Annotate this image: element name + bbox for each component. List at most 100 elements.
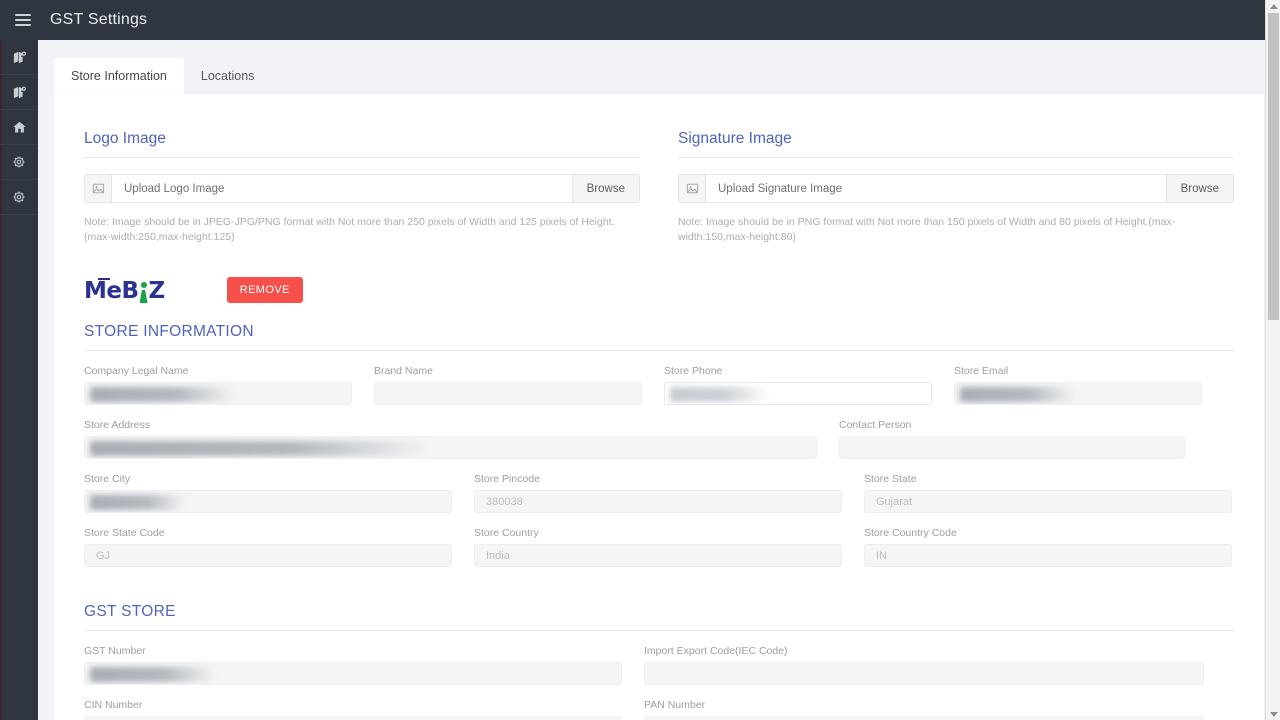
store-country-input[interactable]: India <box>474 544 842 567</box>
store-information-fields: Company Legal Name Brand Name Store Phon… <box>84 365 1234 581</box>
pan-number-input[interactable] <box>644 716 1204 720</box>
redacted-value <box>90 667 215 682</box>
field-value: Gujarat <box>876 495 913 508</box>
brand-name-input[interactable] <box>374 382 642 405</box>
field-label: Company Legal Name <box>84 365 189 377</box>
sidebar-rail <box>0 40 38 720</box>
package-box-icon <box>12 50 27 65</box>
field-label: GST Number <box>84 645 146 657</box>
tab-store-information[interactable]: Store Information <box>54 58 184 94</box>
hamburger-line <box>15 14 31 16</box>
store-information-heading: STORE INFORMATION <box>84 323 1234 351</box>
gst-number-input[interactable] <box>84 662 622 685</box>
sidebar-item-package-1[interactable] <box>0 40 38 75</box>
store-country-code-input[interactable]: IN <box>864 544 1232 567</box>
contact-person-input[interactable] <box>839 436 1185 459</box>
store-phone-input[interactable] <box>664 382 932 405</box>
remove-logo-button[interactable]: REMOVE <box>226 277 303 303</box>
sidebar-item-settings-2[interactable] <box>0 180 38 215</box>
cin-number-input[interactable] <box>84 716 622 720</box>
iec-code-input[interactable] <box>644 662 1204 685</box>
field-value: IN <box>876 549 887 562</box>
field-store-country-code: Store Country Code IN <box>864 527 1232 567</box>
logo-upload-note: Note: Image should be in JPEG-JPG/PNG fo… <box>84 216 615 243</box>
store-state-code-input[interactable]: GJ <box>84 544 452 567</box>
field-cin-number: CIN Number <box>84 699 644 720</box>
signature-upload-placeholder: Upload Signature Image <box>718 182 843 195</box>
tab-bar: Store Information Locations <box>54 58 271 94</box>
page-scrollbar[interactable] <box>1265 0 1280 720</box>
store-pincode-input[interactable]: 380038 <box>474 490 842 513</box>
field-label: Store Address <box>84 419 150 431</box>
field-store-state-code: Store State Code GJ <box>84 527 474 567</box>
redacted-value <box>960 387 1075 402</box>
field-store-country: Store Country India <box>474 527 864 567</box>
logo-browse-button[interactable]: Browse <box>571 175 639 202</box>
gear-icon <box>12 190 26 204</box>
signature-image-heading: Signature Image <box>678 130 1234 158</box>
signature-upload-note: Note: Image should be in PNG format with… <box>678 216 1176 243</box>
company-legal-name-input[interactable] <box>84 382 352 405</box>
logo-upload-placeholder: Upload Logo Image <box>124 182 225 195</box>
field-label: Store State <box>864 473 917 485</box>
signature-file-input[interactable]: Upload Signature Image Browse <box>678 174 1234 203</box>
logo-file-input[interactable]: Upload Logo Image Browse <box>84 174 640 203</box>
gear-icon <box>12 155 26 169</box>
store-city-input[interactable] <box>84 490 452 513</box>
logo-person-icon <box>139 281 149 303</box>
hamburger-line <box>15 24 31 26</box>
image-placeholder-icon <box>85 175 112 202</box>
upload-section: Logo Image Upload Logo Image Browse Note… <box>84 130 1234 245</box>
sidebar-item-package-2[interactable] <box>0 75 38 110</box>
field-value: GJ <box>96 549 111 562</box>
redacted-value <box>670 387 770 402</box>
field-brand-name: Brand Name <box>374 365 664 405</box>
field-label: Store Pincode <box>474 473 540 485</box>
sidebar-item-home[interactable] <box>0 110 38 145</box>
sidebar-item-settings-1[interactable] <box>0 145 38 180</box>
field-store-email: Store Email <box>954 365 1224 405</box>
tab-label: Locations <box>200 69 255 83</box>
hamburger-line <box>15 19 31 21</box>
redacted-value <box>90 387 235 402</box>
package-box-icon <box>12 85 27 100</box>
store-address-input[interactable] <box>84 436 817 459</box>
store-email-input[interactable] <box>954 382 1202 405</box>
field-pan-number: PAN Number <box>644 699 1204 720</box>
store-information-section: STORE INFORMATION Company Legal Name Bra… <box>84 323 1234 581</box>
mebiz-logo: Me B Z <box>84 277 165 303</box>
field-label: PAN Number <box>644 699 706 711</box>
gst-store-section: GST STORE GST Number Import Export Code(… <box>84 603 1234 720</box>
field-store-state: Store State Gujarat <box>864 473 1232 513</box>
field-label: Store State Code <box>84 527 165 539</box>
hamburger-icon[interactable] <box>12 9 34 31</box>
store-state-input[interactable]: Gujarat <box>864 490 1232 513</box>
field-label: Import Export Code(IEC Code) <box>644 645 788 657</box>
app-window: GST Settings Store Information Locations… <box>0 0 1280 720</box>
field-gst-number: GST Number <box>84 645 644 685</box>
field-label: Store City <box>84 473 131 485</box>
redacted-value <box>90 441 430 456</box>
triangle-down-icon[interactable] <box>1266 708 1280 720</box>
field-label: Store Email <box>954 365 1009 377</box>
signature-browse-button[interactable]: Browse <box>1165 175 1233 202</box>
gst-store-fields: GST Number Import Export Code(IEC Code) <box>84 645 1234 720</box>
triangle-up-icon[interactable] <box>1266 0 1280 12</box>
page-body: Store Information Locations Logo Image U… <box>38 40 1280 720</box>
scrollbar-thumb[interactable] <box>1268 13 1279 320</box>
field-label: Store Country Code <box>864 527 957 539</box>
field-label: Store Country <box>474 527 539 539</box>
tab-locations[interactable]: Locations <box>184 58 272 94</box>
field-contact-person: Contact Person <box>839 419 1207 459</box>
tab-label: Store Information <box>71 69 167 83</box>
gst-store-heading: GST STORE <box>84 603 1234 631</box>
field-value: 380038 <box>486 495 523 508</box>
field-iec-code: Import Export Code(IEC Code) <box>644 645 1204 685</box>
signature-upload-block: Signature Image Upload Signature Image B… <box>678 130 1234 245</box>
field-label: Brand Name <box>374 365 433 377</box>
field-value: India <box>486 549 510 562</box>
top-bar: GST Settings <box>0 0 1280 40</box>
logo-upload-block: Logo Image Upload Logo Image Browse Note… <box>84 130 640 245</box>
logo-image-heading: Logo Image <box>84 130 640 158</box>
page-title: GST Settings <box>50 11 148 28</box>
